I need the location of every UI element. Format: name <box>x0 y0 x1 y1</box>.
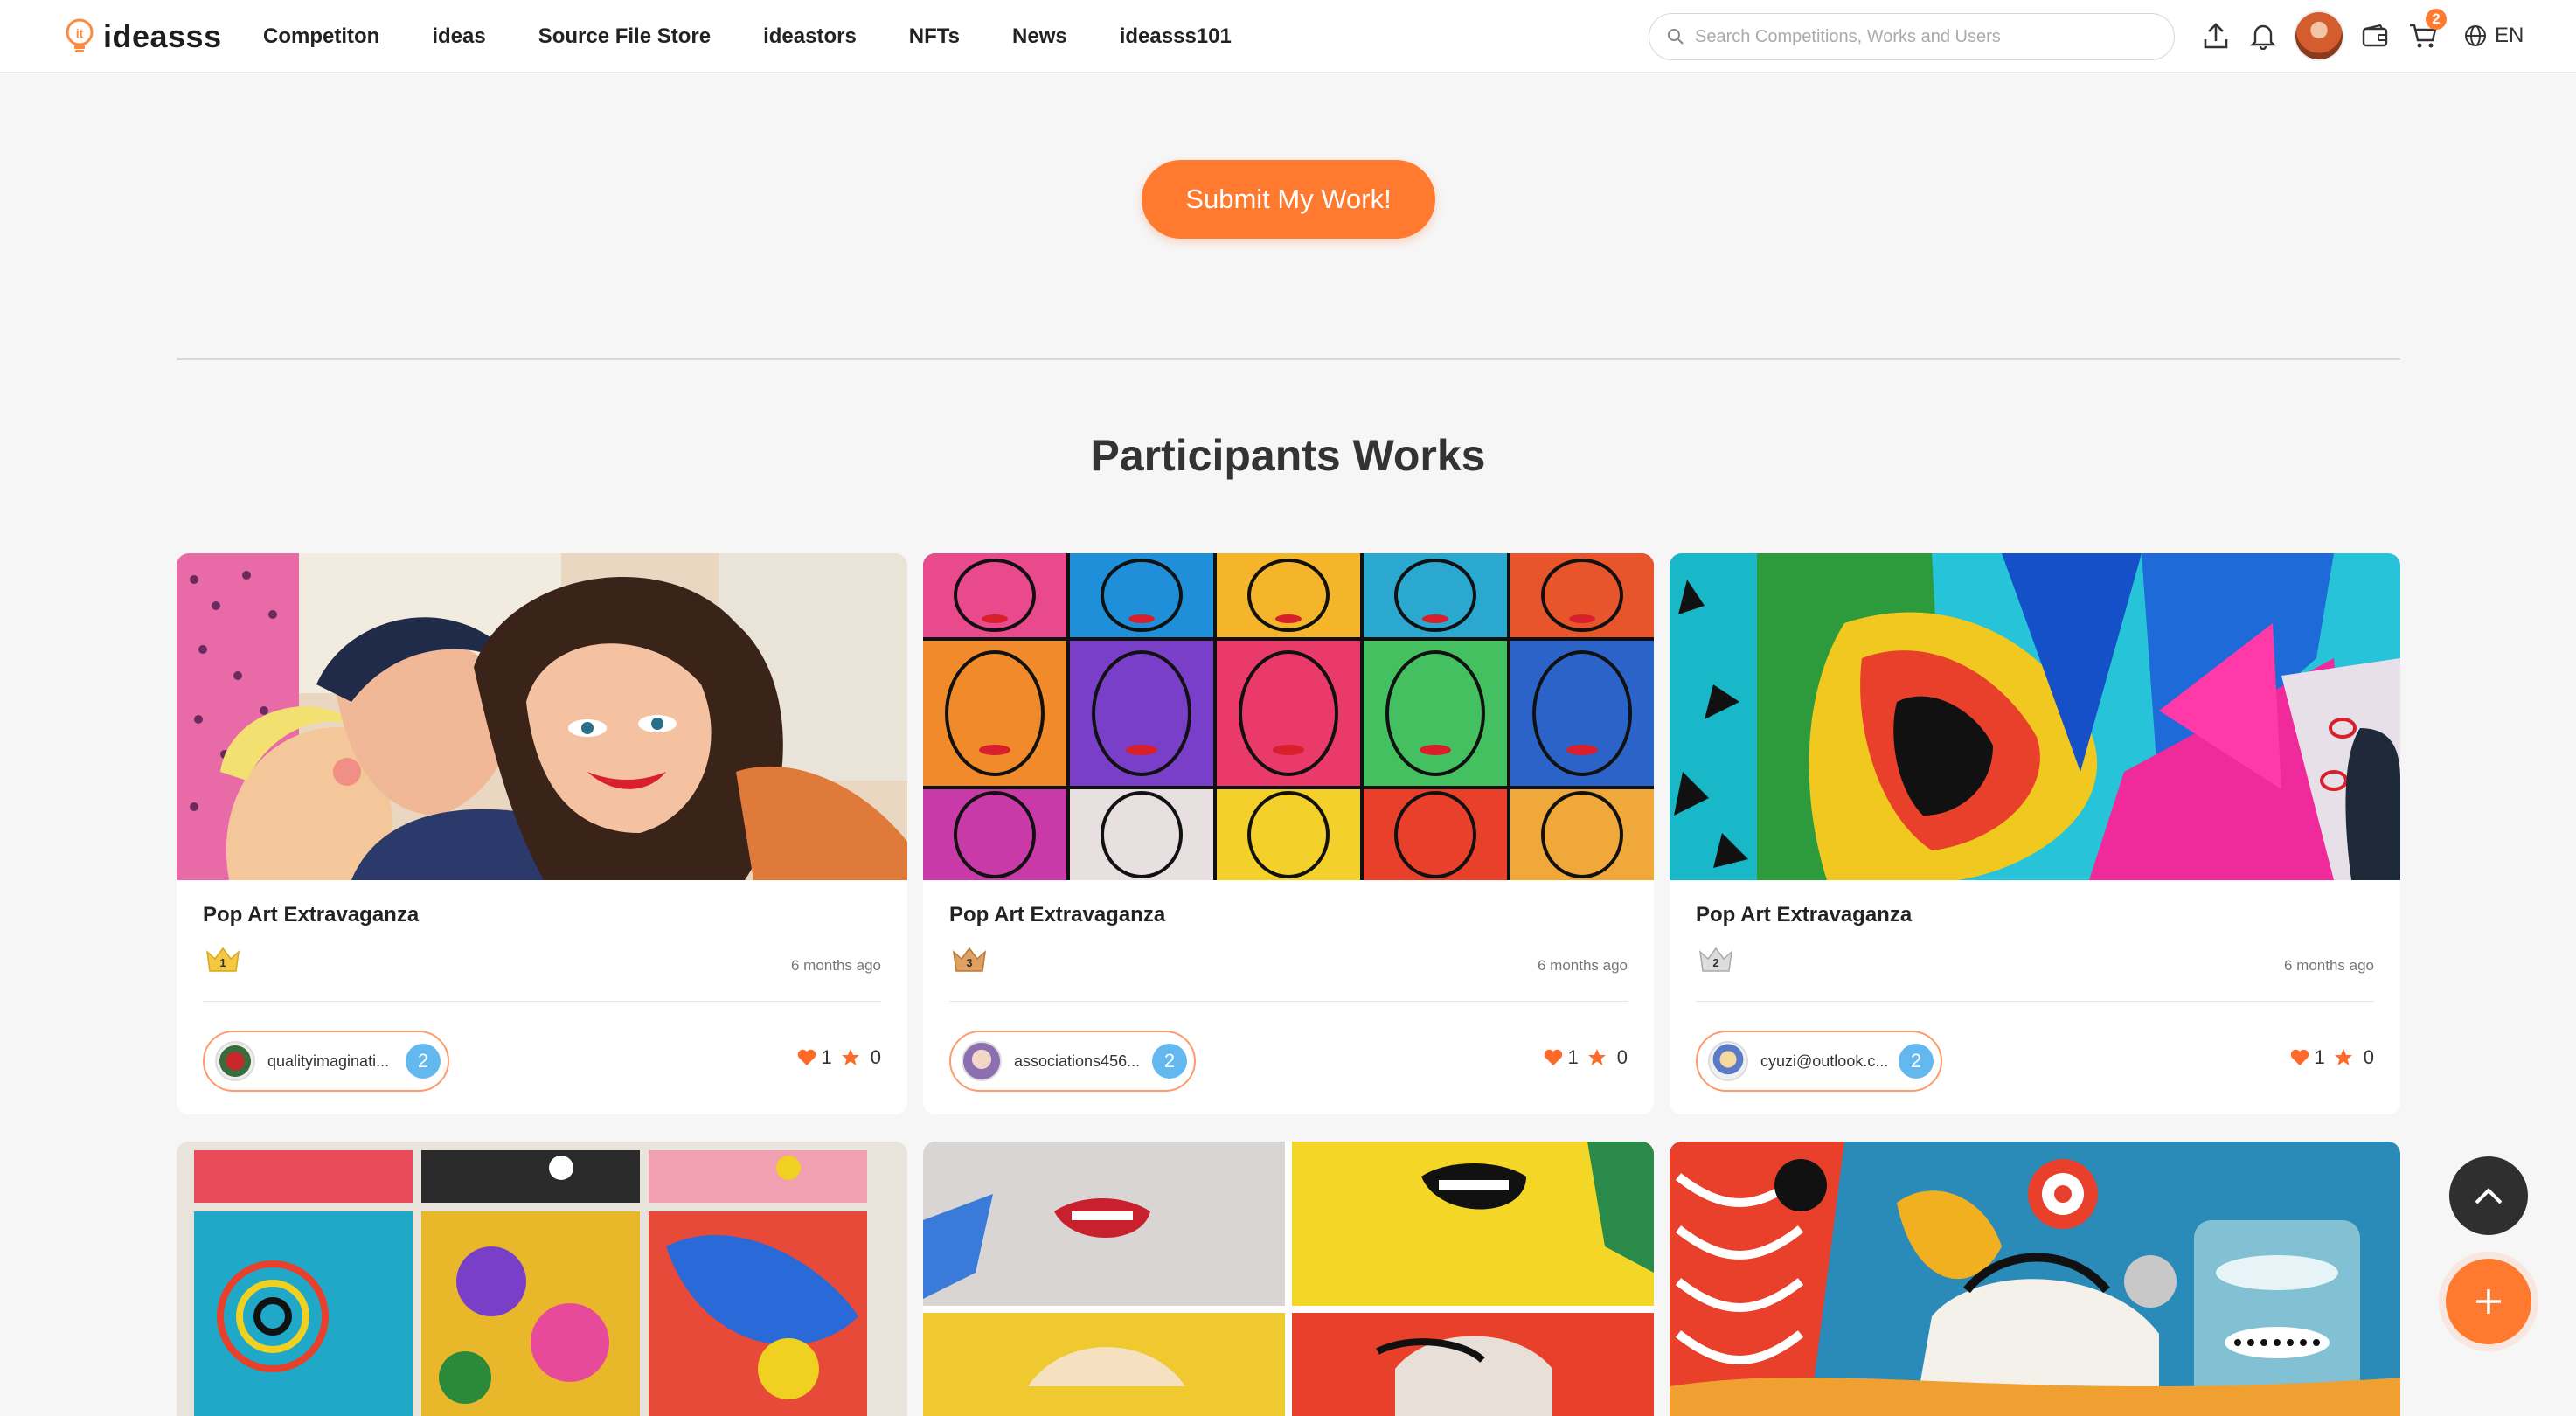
timestamp: 6 months ago <box>2283 957 2374 974</box>
author-level-badge: 2 <box>1152 1044 1187 1079</box>
work-stats: 1 0 <box>1544 1046 1628 1069</box>
notifications-button[interactable] <box>2246 19 2280 52</box>
work-thumbnail[interactable] <box>177 1142 907 1416</box>
work-card[interactable]: Pop Art Extravaganza 3 6 months ago asso… <box>923 553 1654 1114</box>
card-divider <box>949 1001 1628 1002</box>
nav-competition[interactable]: Competiton <box>263 24 379 49</box>
cart-count-badge: 2 <box>2426 9 2447 30</box>
star-count: 0 <box>1616 1046 1628 1068</box>
nav-news[interactable]: News <box>1012 24 1067 49</box>
language-label: EN <box>2495 24 2524 47</box>
like-count: 1 <box>2314 1046 2325 1068</box>
timestamp: 6 months ago <box>1537 957 1628 974</box>
nav-source-file-store[interactable]: Source File Store <box>538 24 711 49</box>
work-thumbnail[interactable] <box>1670 553 2400 880</box>
work-title[interactable]: Pop Art Extravaganza <box>1696 903 1912 927</box>
brand-name: ideasss <box>103 18 222 54</box>
like-count: 1 <box>821 1046 832 1068</box>
work-thumbnail[interactable] <box>177 553 907 880</box>
card-divider <box>1696 1001 2374 1002</box>
author-name: cyuzi@outlook.c... <box>1760 1052 1889 1070</box>
rank-crown-icon: 2 <box>1698 945 1734 975</box>
like-count: 1 <box>1567 1046 1579 1068</box>
work-card[interactable] <box>177 1142 907 1416</box>
heart-icon[interactable] <box>797 1049 816 1066</box>
work-title[interactable]: Pop Art Extravaganza <box>203 903 419 927</box>
logo[interactable]: it ideasss <box>61 16 222 58</box>
section-title: Participants Works <box>1090 431 1486 480</box>
work-card[interactable]: Pop Art Extravaganza 1 6 months ago qual… <box>177 553 907 1114</box>
scroll-to-top-button[interactable] <box>2449 1156 2528 1235</box>
nav-nfts[interactable]: NFTs <box>909 24 960 49</box>
author-pill[interactable]: cyuzi@outlook.c... 2 <box>1696 1031 1942 1092</box>
star-icon[interactable] <box>2334 1048 2353 1067</box>
nav-ideas[interactable]: ideas <box>432 24 485 49</box>
author-pill[interactable]: qualityimaginati... 2 <box>203 1031 449 1092</box>
timestamp: 6 months ago <box>790 957 881 974</box>
star-count: 0 <box>870 1046 881 1068</box>
main-menu: Competiton ideas Source File Store ideas… <box>263 0 1232 73</box>
work-card[interactable] <box>1670 1142 2400 1416</box>
work-card[interactable] <box>923 1142 1654 1416</box>
author-avatar <box>962 1041 1002 1081</box>
svg-text:it: it <box>76 26 84 40</box>
rank-number: 1 <box>219 956 226 969</box>
plus-icon <box>2476 1289 2501 1314</box>
rank-number: 2 <box>1712 956 1719 969</box>
search-bar[interactable] <box>1649 13 2175 60</box>
author-level-badge: 2 <box>1899 1044 1934 1079</box>
bulb-logo-icon: it <box>66 18 94 52</box>
author-name: associations456... <box>1014 1052 1141 1070</box>
section-divider <box>177 358 2400 360</box>
author-avatar <box>1708 1041 1748 1081</box>
submit-work-button[interactable]: Submit My Work! <box>1142 160 1435 239</box>
rank-number: 3 <box>966 956 973 969</box>
rank-crown-icon: 1 <box>205 945 241 975</box>
work-stats: 1 0 <box>797 1046 881 1069</box>
chevron-up-icon <box>2475 1188 2503 1204</box>
work-thumbnail[interactable] <box>1670 1142 2400 1416</box>
star-icon[interactable] <box>1587 1048 1607 1067</box>
author-level-badge: 2 <box>406 1044 441 1079</box>
nav-ideasss101[interactable]: ideasss101 <box>1120 24 1232 49</box>
heart-icon[interactable] <box>2290 1049 2309 1066</box>
bell-icon <box>2250 24 2276 50</box>
upload-button[interactable] <box>2199 19 2232 52</box>
wallet-icon <box>2362 24 2388 47</box>
card-divider <box>203 1001 881 1002</box>
work-thumbnail[interactable] <box>923 553 1654 880</box>
upload-icon <box>2204 23 2228 49</box>
wallet-button[interactable] <box>2358 19 2392 52</box>
star-count: 0 <box>2363 1046 2374 1068</box>
star-icon[interactable] <box>841 1048 860 1067</box>
author-pill[interactable]: associations456... 2 <box>949 1031 1196 1092</box>
top-navbar: it ideasss Competiton ideas Source File … <box>0 0 2576 73</box>
heart-icon[interactable] <box>1544 1049 1563 1066</box>
add-button[interactable] <box>2446 1259 2531 1344</box>
work-card[interactable]: Pop Art Extravaganza 2 6 months ago cyuz… <box>1670 553 2400 1114</box>
search-input[interactable] <box>1695 26 2149 47</box>
work-stats: 1 0 <box>2290 1046 2374 1069</box>
search-icon <box>1668 29 1684 45</box>
globe-icon <box>2465 25 2486 46</box>
author-name: qualityimaginati... <box>267 1052 390 1070</box>
nav-ideastors[interactable]: ideastors <box>763 24 857 49</box>
rank-crown-icon: 3 <box>951 945 988 975</box>
author-avatar <box>215 1041 255 1081</box>
work-thumbnail[interactable] <box>923 1142 1654 1416</box>
user-avatar[interactable] <box>2294 10 2344 61</box>
language-selector[interactable]: EN <box>2463 19 2524 52</box>
work-title[interactable]: Pop Art Extravaganza <box>949 903 1165 927</box>
